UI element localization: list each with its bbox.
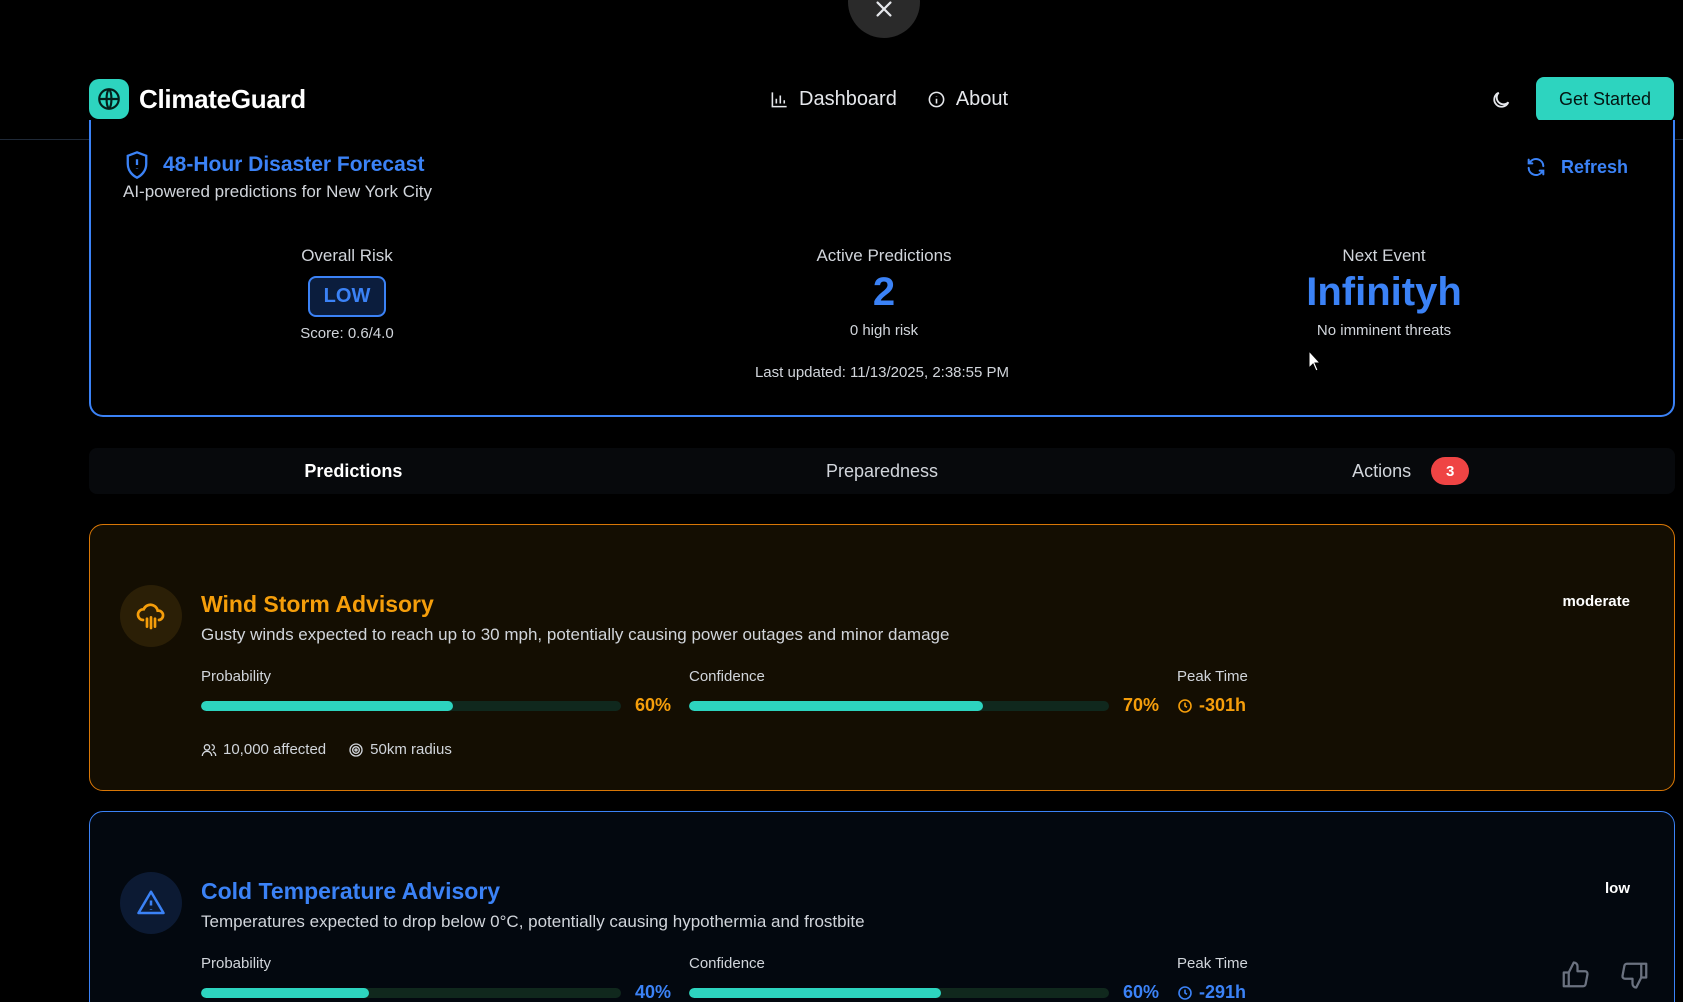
warning-triangle-icon: [120, 872, 182, 934]
confidence-metric: Confidence 60%: [689, 955, 1159, 1002]
prediction-title: Wind Storm Advisory: [201, 591, 434, 617]
bar-chart-icon: [771, 92, 787, 108]
close-icon: [876, 1, 892, 17]
prediction-description: Gusty winds expected to reach up to 30 m…: [201, 625, 950, 644]
peak-time-label: Peak Time: [1177, 668, 1248, 685]
users-icon: [201, 743, 217, 756]
overall-risk-label: Overall Risk: [301, 246, 393, 265]
globe-icon: [89, 79, 129, 119]
active-predictions-stat: Active Predictions 2 0 high risk: [754, 246, 1014, 339]
confidence-bar-fill: [689, 987, 941, 998]
confidence-bar: [689, 700, 1109, 711]
high-risk-count: 0 high risk: [849, 322, 919, 339]
prediction-description: Temperatures expected to drop below 0°C,…: [201, 912, 865, 931]
refresh-label: Refresh: [1560, 156, 1628, 177]
tab-preparedness[interactable]: Preparedness: [618, 448, 1147, 494]
thumbs-up-icon: [1562, 961, 1589, 988]
peak-time-text: -291h: [1199, 982, 1247, 1002]
thumbs-down-icon: [1621, 962, 1648, 989]
prediction-title: Cold Temperature Advisory: [201, 878, 501, 904]
probability-bar: [201, 987, 621, 998]
severity-badge: low: [1605, 880, 1630, 897]
nav-link-label: About: [955, 88, 1009, 110]
refresh-icon: [1527, 158, 1545, 176]
forecast-subtitle: AI-powered predictions for New York City: [123, 182, 432, 201]
nav-links: Dashboard About: [770, 88, 1008, 111]
theme-toggle[interactable]: [1490, 89, 1514, 113]
radius-text: 50km radius: [370, 741, 452, 758]
probability-bar-fill: [201, 987, 369, 998]
tab-actions[interactable]: Actions 3: [1146, 448, 1675, 494]
affected-count: 10,000 affected: [201, 741, 326, 758]
tab-label: Actions: [1352, 460, 1412, 481]
refresh-button[interactable]: Refresh: [1525, 156, 1628, 178]
next-event-stat: Next Event Infinityh No imminent threats: [1254, 246, 1514, 339]
forecast-tabs: Predictions Preparedness Actions 3: [89, 448, 1675, 494]
confidence-value: 70%: [1122, 695, 1159, 715]
moon-icon: [1493, 91, 1510, 108]
probability-value: 40%: [634, 982, 671, 1002]
probability-label: Probability: [201, 955, 272, 972]
prediction-card: Cold Temperature Advisory Temperatures e…: [89, 811, 1675, 1002]
confidence-value: 60%: [1122, 982, 1159, 1002]
last-updated: Last updated: 11/13/2025, 2:38:55 PM: [754, 364, 1010, 381]
nav-link-dashboard[interactable]: Dashboard: [770, 88, 897, 111]
next-event-value: Infinityh: [1306, 270, 1462, 314]
info-icon: [928, 91, 945, 108]
forecast-header: 48-Hour Disaster Forecast: [123, 150, 424, 180]
forecast-card: 48-Hour Disaster Forecast AI-powered pre…: [89, 120, 1675, 417]
prediction-card: Wind Storm Advisory Gusty winds expected…: [89, 524, 1675, 791]
affected-text: 10,000 affected: [223, 741, 327, 758]
tab-predictions[interactable]: Predictions: [89, 448, 618, 494]
cloud-rain-icon: [120, 585, 182, 647]
overall-risk-stat: Overall Risk LOW Score: 0.6/4.0: [247, 246, 447, 342]
tab-label: Preparedness: [825, 460, 939, 481]
risk-level-badge: LOW: [307, 276, 387, 317]
risk-score: Score: 0.6/4.0: [300, 325, 394, 342]
peak-time-value: -301h: [1177, 695, 1246, 716]
confidence-label: Confidence: [689, 668, 765, 685]
thumbs-down-button[interactable]: [1620, 960, 1650, 990]
peak-time-label: Peak Time: [1177, 955, 1248, 972]
confidence-bar: [689, 987, 1109, 998]
prediction-meta: 10,000 affected 50km radius: [201, 741, 452, 758]
clock-icon: [1178, 698, 1192, 713]
peak-time-text: -301h: [1199, 695, 1247, 715]
peak-time-value: -291h: [1177, 982, 1246, 1002]
probability-metric: Probability 60%: [201, 668, 671, 716]
tab-label: Predictions: [304, 460, 403, 481]
confidence-bar-fill: [689, 700, 983, 711]
next-event-sub: No imminent threats: [1316, 322, 1452, 339]
probability-label: Probability: [201, 668, 272, 685]
active-predictions-value: 2: [872, 270, 896, 314]
close-button[interactable]: [848, 0, 920, 38]
confidence-label: Confidence: [689, 955, 765, 972]
peak-time-metric: Peak Time -291h: [1177, 955, 1248, 1002]
confidence-metric: Confidence 70%: [689, 668, 1159, 716]
actions-count-badge: 3: [1431, 457, 1470, 485]
peak-time-metric: Peak Time -301h: [1177, 668, 1248, 716]
mouse-cursor-icon: [1308, 350, 1322, 372]
brand-name: ClimateGuard: [139, 83, 306, 114]
next-event-label: Next Event: [1342, 246, 1426, 265]
target-icon: [349, 742, 363, 757]
probability-metric: Probability 40%: [201, 955, 671, 1002]
get-started-button[interactable]: Get Started: [1536, 77, 1674, 122]
severity-badge: moderate: [1562, 593, 1630, 610]
active-predictions-label: Active Predictions: [816, 246, 952, 265]
shield-icon: [126, 151, 148, 179]
radius: 50km radius: [348, 741, 452, 758]
probability-bar: [201, 700, 621, 711]
probability-bar-fill: [201, 700, 453, 711]
forecast-title: 48-Hour Disaster Forecast: [163, 153, 425, 176]
thumbs-up-button[interactable]: [1560, 960, 1590, 990]
nav-link-label: Dashboard: [799, 88, 897, 110]
clock-icon: [1178, 985, 1192, 1000]
brand[interactable]: ClimateGuard: [89, 79, 306, 119]
nav-link-about[interactable]: About: [927, 88, 1008, 111]
probability-value: 60%: [634, 695, 671, 715]
